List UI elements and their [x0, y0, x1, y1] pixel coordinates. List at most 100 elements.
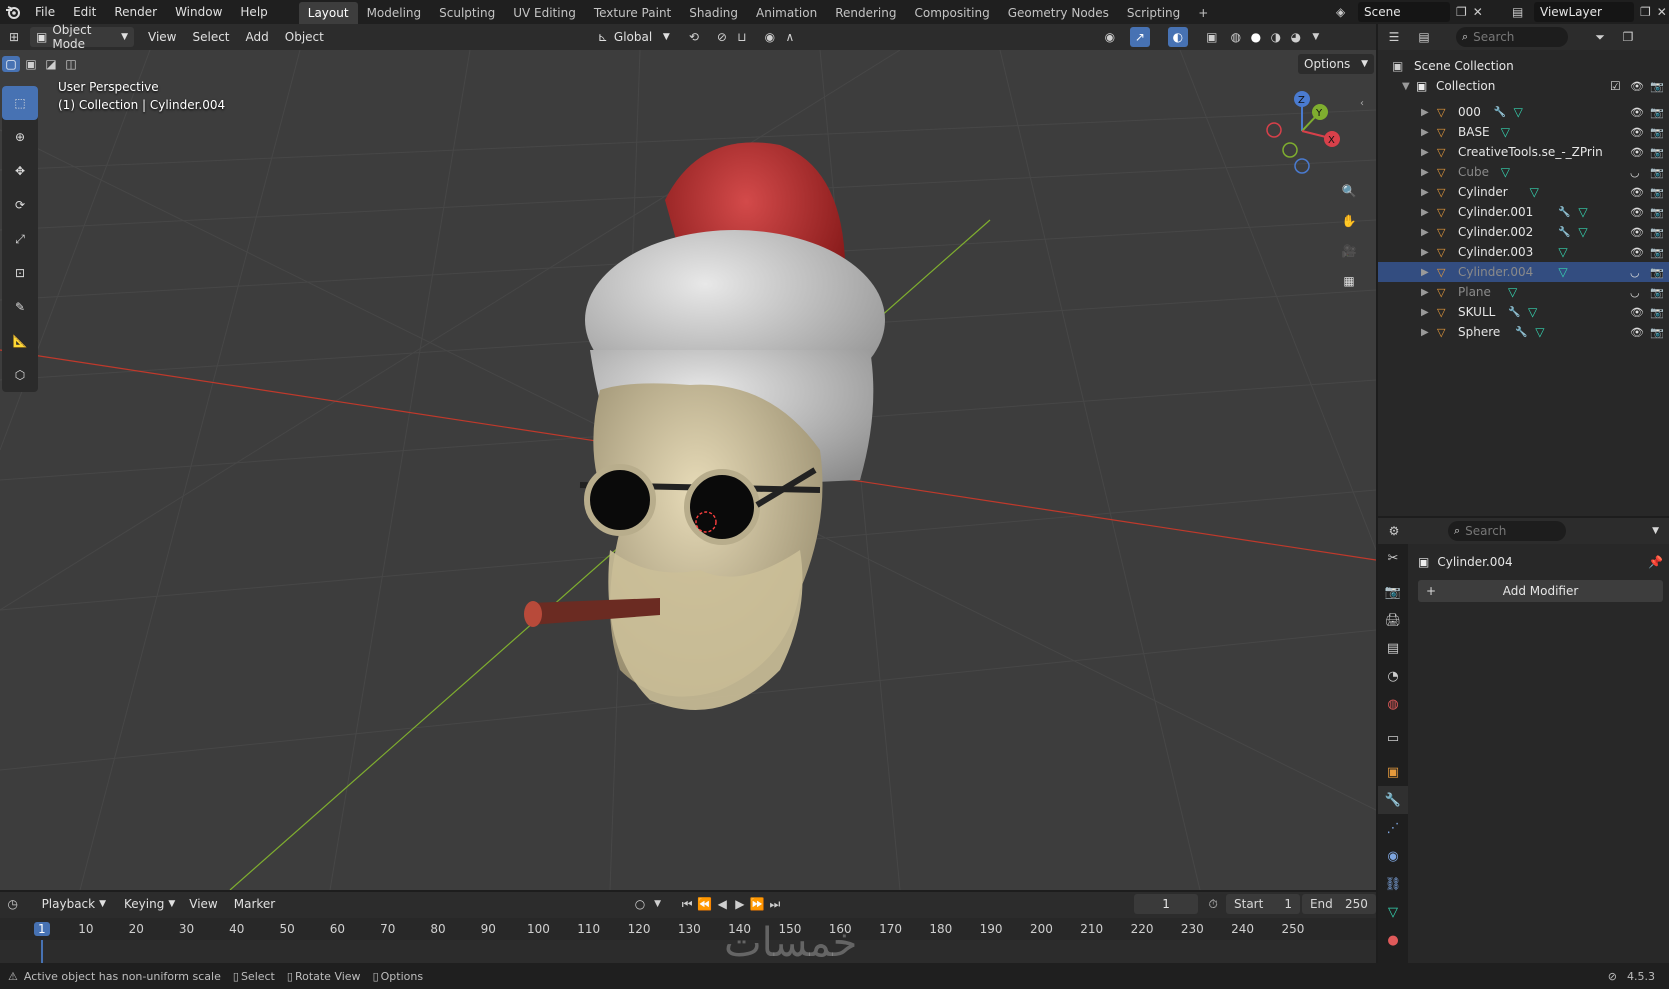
outliner-item[interactable]: ▶ ▽ Cylinder.002 🔧 ▽ 👁 📷	[1378, 222, 1669, 242]
outliner-item[interactable]: ▶ ▽ Cube ▽ ◡ 📷	[1378, 162, 1669, 182]
camera-view-icon[interactable]: 🎥	[1336, 238, 1362, 264]
scene-field[interactable]: Scene	[1358, 2, 1450, 22]
menu-select[interactable]: Select	[184, 30, 237, 44]
perspective-toggle-icon[interactable]: ▦	[1336, 268, 1362, 294]
snap-icon[interactable]: ⊘	[712, 27, 732, 47]
editor-type-icon[interactable]: ☰	[1384, 27, 1404, 47]
modifier-icon[interactable]: 🔧	[1494, 107, 1506, 118]
particles-tab-icon[interactable]: ⋰	[1378, 814, 1408, 842]
3d-viewport[interactable]: User Perspective (1) Collection | Cylind…	[0, 50, 1376, 890]
eye-icon[interactable]: 👁	[1630, 326, 1644, 339]
modifier-icon[interactable]: 🔧	[1558, 227, 1570, 238]
expand-arrow-icon[interactable]: ▶	[1421, 227, 1429, 238]
object-mode-dropdown[interactable]: ▣ Object Mode ▼	[30, 23, 134, 51]
zoom-icon[interactable]: 🔍	[1336, 178, 1362, 204]
expand-arrow-icon[interactable]: ▶	[1421, 187, 1429, 198]
eye-icon[interactable]: 👁	[1630, 306, 1644, 319]
add-workspace-button[interactable]: +	[1189, 2, 1217, 24]
mesh-data-icon[interactable]: ▽	[1501, 125, 1510, 139]
outliner-item[interactable]: ▶ ▽ Plane ▽ ◡ 📷	[1378, 282, 1669, 302]
mesh-data-icon[interactable]: ▽	[1535, 325, 1544, 339]
keying-set-icon[interactable]: ▼	[649, 894, 667, 914]
camera-render-icon[interactable]: 📷	[1650, 326, 1664, 339]
mesh-data-icon[interactable]: ▽	[1530, 185, 1539, 199]
auto-keying-icon[interactable]: ○	[631, 894, 649, 914]
camera-render-icon[interactable]: 📷	[1650, 246, 1664, 259]
collection-tab-icon[interactable]: ▭	[1378, 724, 1408, 752]
snap-target-icon[interactable]: ⊔	[732, 27, 752, 47]
mesh-data-icon[interactable]: ▽	[1578, 225, 1587, 239]
orientation-dropdown[interactable]: ⊾ Global ▼	[591, 27, 676, 47]
new-scene-icon[interactable]: ❐	[1456, 5, 1467, 19]
material-tab-icon[interactable]: ●	[1378, 926, 1408, 954]
move-tool-icon[interactable]: ✥	[2, 154, 38, 188]
play-icon[interactable]: ▶	[731, 894, 749, 914]
menu-object[interactable]: Object	[277, 30, 332, 44]
tool-tab-icon[interactable]: ✂	[1378, 544, 1408, 572]
scale-tool-icon[interactable]: ⤢	[2, 222, 38, 256]
tab-animation[interactable]: Animation	[747, 2, 826, 24]
rotate-tool-icon[interactable]: ⟳	[2, 188, 38, 222]
data-tab-icon[interactable]: ▽	[1378, 898, 1408, 926]
select-box-tool-icon[interactable]: ⬚	[2, 86, 38, 120]
jump-start-icon[interactable]: ⏮	[678, 894, 696, 914]
eye-closed-icon[interactable]: ◡	[1630, 166, 1640, 179]
end-field[interactable]: End 250	[1301, 894, 1376, 914]
eye-closed-icon[interactable]: ◡	[1630, 266, 1640, 279]
playback-dropdown[interactable]: Playback ▼	[35, 894, 113, 914]
expand-arrow-icon[interactable]: ▶	[1421, 307, 1429, 318]
delete-scene-icon[interactable]: ✕	[1473, 5, 1483, 19]
navigation-gizmo[interactable]: Z Y X	[1262, 86, 1342, 176]
jump-end-icon[interactable]: ⏭	[766, 894, 784, 914]
mesh-data-icon[interactable]: ▽	[1514, 105, 1523, 119]
eye-icon[interactable]: 👁	[1630, 126, 1644, 139]
menu-window[interactable]: Window	[166, 0, 231, 24]
mesh-data-icon[interactable]: ▽	[1558, 245, 1567, 259]
start-field[interactable]: Start 1	[1226, 894, 1300, 914]
expand-arrow-icon[interactable]: ▶	[1421, 287, 1429, 298]
transform-tool-icon[interactable]: ⊡	[2, 256, 38, 290]
constraints-tab-icon[interactable]: ⛓	[1378, 870, 1408, 898]
view-layer-icon[interactable]: ▤	[1512, 5, 1534, 19]
tab-shading[interactable]: Shading	[680, 2, 747, 24]
delete-view-layer-icon[interactable]: ✕	[1657, 5, 1667, 19]
expand-arrow-icon[interactable]: ▶	[1421, 167, 1429, 178]
tab-texture-paint[interactable]: Texture Paint	[585, 2, 680, 24]
add-cube-tool-icon[interactable]: ⬡	[2, 358, 38, 392]
play-reverse-icon[interactable]: ◀	[713, 894, 731, 914]
wireframe-shading-icon[interactable]: ◍	[1226, 27, 1246, 47]
add-modifier-button[interactable]: + Add Modifier	[1418, 580, 1663, 602]
exclude-checkbox[interactable]: ☑	[1610, 79, 1621, 93]
scene-collection-row[interactable]: ▣ Scene Collection	[1378, 56, 1669, 76]
camera-render-icon[interactable]: 📷	[1650, 266, 1664, 279]
search-field[interactable]: ⌕ Search	[1448, 521, 1566, 541]
scene-tab-icon[interactable]: ◔	[1378, 662, 1408, 690]
menu-add[interactable]: Add	[238, 30, 277, 44]
pan-hand-icon[interactable]: ✋	[1336, 208, 1362, 234]
select-subtract-icon[interactable]: ◪	[42, 56, 60, 72]
chevron-down-icon[interactable]: ▼	[1402, 81, 1410, 92]
tab-layout[interactable]: Layout	[298, 2, 358, 24]
outliner-item[interactable]: ▶ ▽ Cylinder.003 ▽ 👁 📷	[1378, 242, 1669, 262]
pivot-icon[interactable]: ⟲	[684, 27, 704, 47]
expand-arrow-icon[interactable]: ▶	[1421, 267, 1429, 278]
prev-keyframe-icon[interactable]: ⏪	[696, 894, 714, 914]
outliner-item[interactable]: ▶ ▽ Cylinder.001 🔧 ▽ 👁 📷	[1378, 202, 1669, 222]
menu-view[interactable]: View	[181, 897, 225, 911]
expand-arrow-icon[interactable]: ▶	[1421, 207, 1429, 218]
outliner-item[interactable]: ▶ ▽ Cylinder.004 ▽ ◡ 📷	[1378, 262, 1669, 282]
mesh-data-icon[interactable]: ▽	[1558, 265, 1567, 279]
material-shading-icon[interactable]: ◑	[1266, 27, 1286, 47]
display-mode-icon[interactable]: ▤	[1414, 27, 1434, 47]
eye-closed-icon[interactable]: ◡	[1630, 286, 1640, 299]
mesh-data-icon[interactable]: ▽	[1578, 205, 1587, 219]
current-frame-field[interactable]: 1	[1133, 894, 1199, 914]
outliner-item[interactable]: ▶ ▽ BASE ▽ 👁 📷	[1378, 122, 1669, 142]
expand-arrow-icon[interactable]: ▶	[1421, 327, 1429, 338]
editor-type-icon[interactable]: ◷	[4, 894, 22, 914]
solid-shading-icon[interactable]: ●	[1246, 27, 1266, 47]
modifier-tab-icon[interactable]: 🔧	[1378, 786, 1408, 814]
menu-file[interactable]: File	[26, 0, 64, 24]
view-layer-field[interactable]: ViewLayer	[1534, 2, 1634, 22]
measure-tool-icon[interactable]: 📐	[2, 324, 38, 358]
